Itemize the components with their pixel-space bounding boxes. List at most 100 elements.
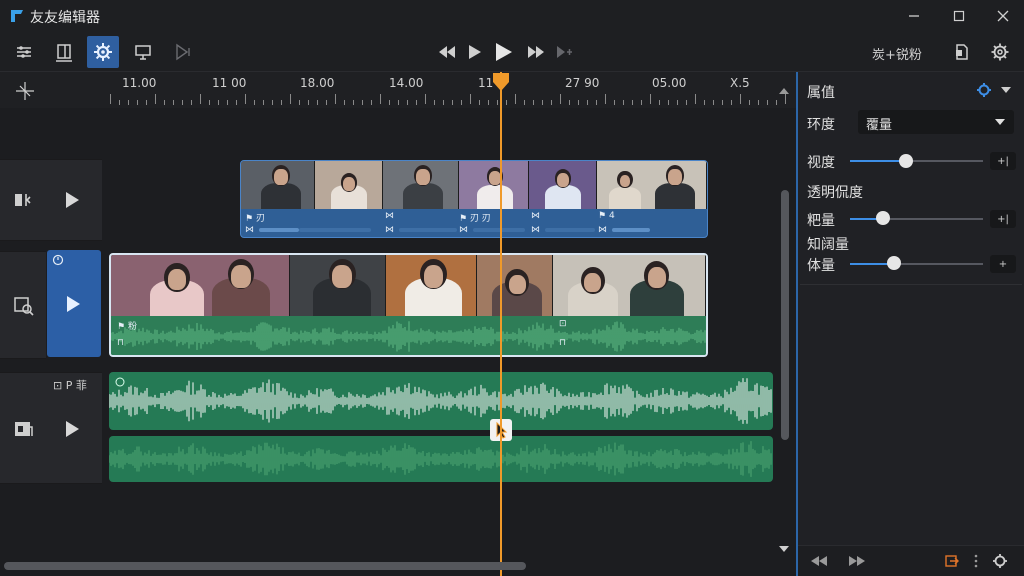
ruler-tick [335, 94, 336, 104]
track-play-icon[interactable] [63, 294, 83, 314]
property-keyframe-button[interactable]: +| [990, 152, 1016, 170]
ruler-tick [533, 100, 534, 105]
fast-forward-icon[interactable] [848, 555, 866, 567]
video-clip-1[interactable]: ⚑ 刃 ⋈ ⚑ 刃 刃 ⋈ ⚑ 4 ⋈ ⋈ ⋈ ⋈ ⋈ [240, 160, 708, 238]
ruler-tick [362, 100, 363, 105]
ruler-tick [596, 100, 597, 105]
file-button[interactable] [946, 36, 978, 68]
ruler-tick [731, 100, 732, 105]
split-icon[interactable] [12, 188, 36, 212]
video-clip-2[interactable]: ⚑ 粉 ⊓ ⊡ ⊓ [109, 253, 708, 357]
clip-icon: ⋈ [385, 225, 394, 235]
ruler-tick [461, 100, 462, 105]
ruler-tick [119, 100, 120, 105]
clip-label: ⚑ 4 [598, 211, 615, 221]
app-window: 友友编辑器 炭+锐粉 11.00 11 00 18.00 14.00 11 27… [0, 0, 1024, 576]
fast-forward-button[interactable] [522, 38, 550, 66]
audio-clip-1[interactable] [109, 372, 773, 430]
env-select[interactable]: 覆量 [858, 110, 1014, 134]
ruler-tick [686, 100, 687, 105]
ruler-tick [434, 100, 435, 105]
ruler-tick [398, 100, 399, 105]
play-next-button[interactable] [167, 36, 199, 68]
skip-icon [557, 46, 572, 58]
close-icon[interactable] [993, 6, 1013, 26]
play-next-icon [176, 43, 190, 61]
clip-progress [612, 228, 650, 232]
clip-label: ⚑ 刃 刃 [459, 214, 491, 224]
ruler-tick [704, 100, 705, 105]
clip-icon: ⋈ [459, 225, 468, 235]
video-track-2-selected[interactable] [47, 250, 101, 357]
play-large-button[interactable] [490, 38, 518, 66]
ruler-tick [416, 100, 417, 105]
scroll-up-icon[interactable] [778, 86, 790, 96]
audio-clip-2[interactable] [109, 436, 773, 482]
minimize-icon[interactable] [904, 6, 924, 26]
audio-clip-icon[interactable] [12, 417, 36, 441]
property-slider-knob[interactable] [886, 256, 901, 270]
ruler-tick [659, 100, 660, 105]
audio-track-header: ⊡ P 菲 [0, 372, 102, 484]
rewind-button[interactable] [433, 38, 461, 66]
ruler-tick [389, 100, 390, 105]
ruler-tick [326, 100, 327, 105]
ruler-tick [290, 94, 291, 104]
ruler-tick [614, 100, 615, 105]
app-title: 友友编辑器 [30, 10, 100, 26]
vertical-scrollbar[interactable] [781, 190, 789, 440]
snap-icon[interactable] [14, 80, 36, 102]
timeline-ruler[interactable]: 11.00 11 00 18.00 14.00 11 27 90 05.00 X… [0, 72, 796, 108]
play-icon [469, 45, 481, 59]
ruler-tick [317, 100, 318, 105]
ruler-tick [605, 94, 606, 104]
audio-waveform [109, 441, 772, 477]
ruler-tick [587, 100, 588, 105]
settings-button[interactable] [984, 36, 1016, 68]
ruler-tick [578, 100, 579, 105]
maximize-icon[interactable] [949, 6, 969, 26]
chevron-down-icon[interactable] [1000, 86, 1012, 94]
export-icon[interactable] [944, 553, 960, 569]
clip-label: ⋈ [385, 211, 394, 221]
settings-icon[interactable] [992, 553, 1008, 569]
mixer-button[interactable] [8, 36, 40, 68]
property-slider-fill [850, 160, 906, 162]
property-label: 透明侃度 [807, 185, 863, 201]
settings-tool-button[interactable] [87, 36, 119, 68]
playhead[interactable] [500, 72, 502, 576]
layout-button[interactable] [48, 36, 80, 68]
ruler-tick [668, 100, 669, 105]
ruler-tick [425, 94, 426, 104]
property-slider-knob[interactable] [898, 154, 913, 168]
clock-icon [52, 254, 64, 266]
more-icon[interactable] [974, 554, 978, 568]
ruler-tick [272, 100, 273, 105]
rewind-icon[interactable] [810, 555, 828, 567]
clip-thumbnail [597, 161, 707, 209]
panel-gear-icon[interactable] [976, 82, 992, 98]
horizontal-scrollbar[interactable] [4, 562, 526, 570]
ruler-tick [515, 94, 516, 104]
clip-thumbnail [385, 255, 478, 316]
track-play-icon[interactable] [62, 419, 82, 439]
ruler-tick [245, 94, 246, 104]
property-keyframe-button[interactable]: +| [990, 210, 1016, 228]
ruler-tick [308, 100, 309, 105]
track-play-icon[interactable] [62, 190, 82, 210]
toolbar [0, 32, 1024, 72]
scroll-down-icon[interactable] [778, 544, 790, 554]
screen-button[interactable] [127, 36, 159, 68]
play-large-icon [496, 43, 512, 61]
skip-button[interactable] [550, 38, 578, 66]
ruler-tick [371, 100, 372, 105]
play-button[interactable] [461, 38, 489, 66]
fast-forward-icon [528, 46, 544, 58]
property-keyframe-button[interactable]: + [990, 255, 1016, 273]
ruler-tick [227, 100, 228, 105]
clip-progress [473, 228, 525, 232]
playhead-handle[interactable] [491, 72, 511, 92]
search-clip-icon[interactable] [12, 294, 36, 318]
layout-icon [56, 44, 72, 62]
property-label: 粑量 [807, 213, 835, 229]
